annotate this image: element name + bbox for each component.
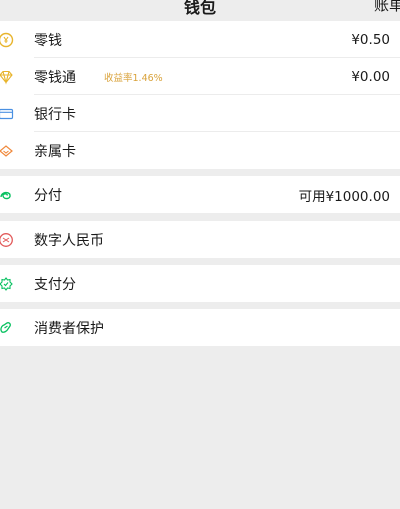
digital-rmb-icon [0,232,13,247]
row-label: 亲属卡 [34,143,76,160]
row-label: 数字人民币 [34,232,104,249]
wallet-main-group: 零钱 ¥0.50 零钱通 收益率1.46% ¥0.00 银行卡 亲属卡 [0,21,400,169]
row-change[interactable]: 零钱 ¥0.50 [0,21,400,58]
bank-card-icon [0,108,14,119]
row-digital-rmb[interactable]: 数字人民币 [0,221,400,258]
bill-link[interactable]: 账单 [374,0,400,15]
row-label: 分付 [34,187,62,204]
fenfu-group: 分付 可用¥1000.00 [0,176,400,213]
row-family-card[interactable]: 亲属卡 [0,132,400,169]
consumer-protection-group: 消费者保护 [0,309,400,346]
consumer-protection-icon [0,321,11,333]
family-card-icon [0,144,13,157]
top-bar: 钱包 账单 [0,0,400,17]
page-title: 钱包 [183,0,216,17]
row-label: 零钱 [34,32,62,49]
row-payment-score[interactable]: 支付分 [0,265,400,302]
payment-score-icon [0,276,13,291]
digital-rmb-group: 数字人民币 [0,221,400,258]
change-balance: ¥0.50 [351,31,390,48]
row-label: 消费者保护 [34,320,104,337]
row-label: 银行卡 [34,106,76,123]
lingqiantong-balance: ¥0.00 [351,68,390,85]
fenfu-icon [0,191,11,199]
row-label: 零钱通 [34,69,76,86]
coin-icon [0,32,14,47]
payment-score-group: 支付分 [0,265,400,302]
yield-tag: 收益率1.46% [104,72,163,84]
row-bank-card[interactable]: 银行卡 [0,95,400,132]
row-label: 支付分 [34,276,76,293]
fenfu-available: 可用¥1000.00 [298,188,390,205]
row-fenfu[interactable]: 分付 可用¥1000.00 [0,176,400,213]
row-lingqiantong[interactable]: 零钱通 收益率1.46% ¥0.00 [0,58,400,95]
row-consumer-protection[interactable]: 消费者保护 [0,309,400,346]
diamond-icon [0,70,13,85]
